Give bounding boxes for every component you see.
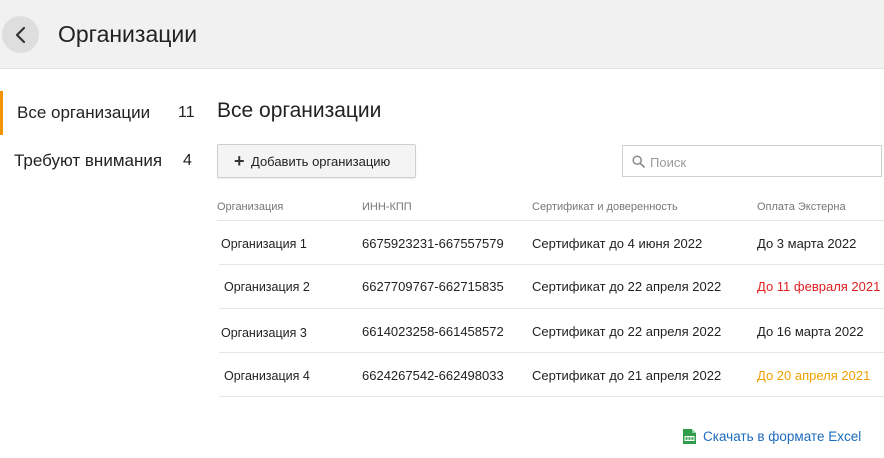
section-title: Все организации (217, 99, 382, 122)
payment-status: До 3 марта 2022 (757, 236, 857, 251)
excel-icon (683, 429, 696, 444)
download-excel-link[interactable]: Скачать в формате Excel (681, 428, 861, 445)
organization-name[interactable]: Организация 4 (224, 369, 310, 383)
table-row[interactable]: Организация 4 6624267542-662498033 Серти… (219, 353, 884, 397)
sidebar-item-all-organizations[interactable]: Все организации 11 (0, 91, 200, 135)
search-box (622, 145, 882, 177)
inn-kpp: 6627709767-662715835 (362, 279, 504, 294)
column-header-payment[interactable]: Оплата Экстерна (757, 201, 846, 213)
certificate-status: Сертификат до 22 апреля 2022 (532, 324, 722, 339)
certificate-status: Сертификат до 21 апреля 2022 (532, 368, 722, 383)
add-organization-button[interactable]: + Добавить организацию (217, 144, 416, 178)
plus-icon: + (234, 151, 245, 171)
table-row[interactable]: Организация 1 6675923231-667557579 Серти… (219, 221, 884, 265)
payment-status: До 20 апреля 2021 (757, 368, 871, 383)
page-title: Организации (58, 21, 198, 47)
search-icon (632, 155, 645, 168)
column-header-inn-kpp[interactable]: ИНН-КПП (362, 201, 412, 213)
column-header-organization[interactable]: Организация (217, 201, 283, 213)
certificate-status: Сертификат до 22 апреля 2022 (532, 279, 722, 294)
header: Организации (0, 0, 884, 69)
add-organization-label: Добавить организацию (251, 154, 391, 169)
table-row[interactable]: Организация 3 6614023258-661458572 Серти… (219, 309, 884, 353)
column-header-certificate[interactable]: Сертификат и доверенность (532, 201, 678, 213)
chevron-left-icon (15, 26, 25, 43)
organization-name[interactable]: Организация 3 (221, 326, 307, 340)
sidebar-item-label: Требуют внимания (14, 151, 163, 170)
inn-kpp: 6624267542-662498033 (362, 368, 504, 383)
sidebar-item-count: 11 (178, 104, 195, 121)
payment-status: До 11 февраля 2021 (757, 279, 881, 294)
certificate-status: Сертификат до 4 июня 2022 (532, 236, 703, 251)
sidebar-item-needs-attention[interactable]: Требуют внимания 4 (0, 139, 200, 183)
sidebar-item-label: Все организации (17, 103, 151, 122)
search-input[interactable] (650, 152, 875, 172)
sidebar-item-count: 4 (183, 152, 192, 169)
table-row[interactable]: Организация 2 6627709767-662715835 Серти… (219, 265, 884, 309)
organization-name[interactable]: Организация 1 (221, 237, 307, 251)
payment-status: До 16 марта 2022 (757, 324, 864, 339)
back-button[interactable] (2, 16, 39, 53)
inn-kpp: 6614023258-661458572 (362, 324, 504, 339)
organization-name[interactable]: Организация 2 (224, 280, 310, 294)
inn-kpp: 6675923231-667557579 (362, 236, 504, 251)
download-excel-label: Скачать в формате Excel (703, 429, 862, 444)
